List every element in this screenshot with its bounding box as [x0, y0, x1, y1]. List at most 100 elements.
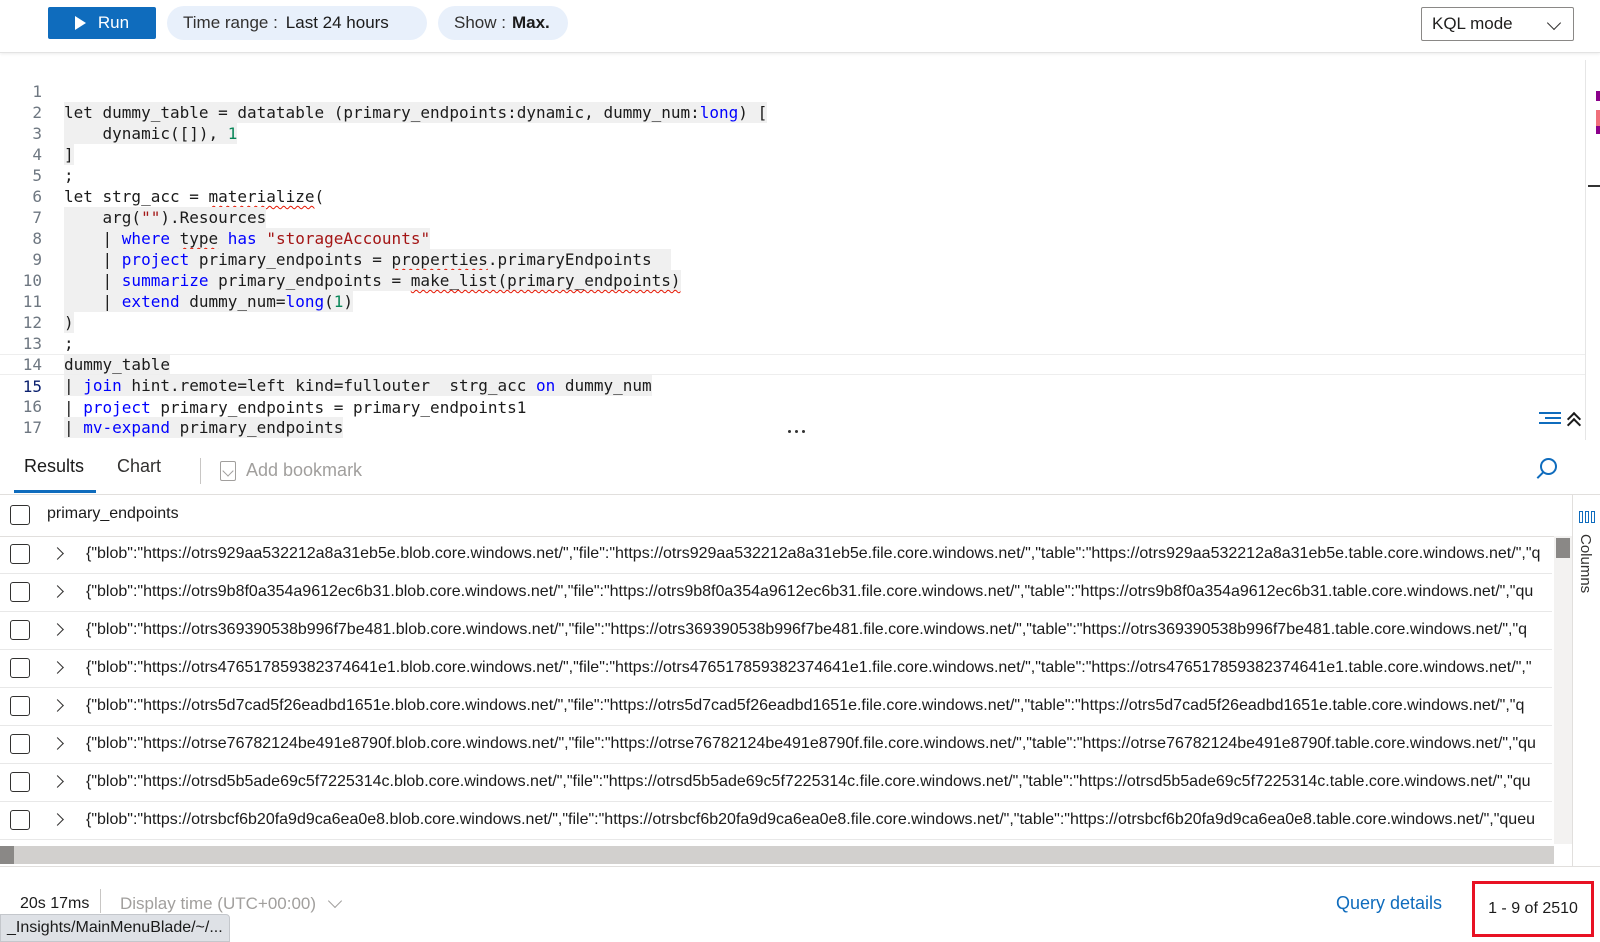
code-line: 2 dynamic([]), 1: [0, 81, 1585, 144]
row-checkbox[interactable]: [10, 620, 30, 640]
ruler-mark: [1596, 126, 1600, 134]
tab-results[interactable]: Results: [24, 456, 84, 477]
run-button[interactable]: Run: [48, 7, 156, 39]
code-line: 16 | mv-expand primary_endpoints: [0, 375, 1585, 438]
chevron-down-icon: [327, 893, 343, 909]
code-line: 14 | join hint.remote=left kind=fulloute…: [0, 333, 1585, 396]
active-tab-indicator: [14, 490, 96, 493]
query-toolbar: Run Time range : Last 24 hours Show : Ma…: [0, 0, 1600, 53]
table-row[interactable]: {"blob":"https://otrse76782124be491e8790…: [0, 726, 1552, 764]
grid-horizontal-scrollbar[interactable]: [0, 846, 1554, 864]
footer-divider: [100, 889, 101, 913]
code-line: 9 | summarize primary_endpoints = make_l…: [0, 228, 1585, 291]
expand-chevron-icon[interactable]: [51, 699, 64, 712]
display-time-dropdown[interactable]: Display time (UTC+00:00): [120, 893, 343, 914]
columns-icon[interactable]: [1579, 511, 1595, 523]
query-details-link[interactable]: Query details: [1336, 893, 1442, 914]
expand-chevron-icon[interactable]: [51, 547, 64, 560]
tab-chart[interactable]: Chart: [117, 456, 161, 477]
add-bookmark-label: Add bookmark: [246, 460, 363, 480]
row-cell: {"blob":"https://otrs929aa532212a8a31eb5…: [86, 545, 1541, 562]
column-header-primary-endpoints[interactable]: primary_endpoints: [47, 505, 179, 523]
select-all-checkbox[interactable]: [10, 505, 30, 525]
row-cell: {"blob":"https://otrs5d7cad5f26eadbd1651…: [86, 697, 1525, 714]
collapse-up-icon[interactable]: [1566, 411, 1582, 433]
row-checkbox[interactable]: [10, 734, 30, 754]
word-wrap-icon[interactable]: [1539, 411, 1561, 427]
results-tabs: Results Chart Add bookmark: [0, 446, 1600, 495]
show-limit-picker[interactable]: Show : Max.: [438, 6, 568, 40]
row-checkbox[interactable]: [10, 772, 30, 792]
table-row[interactable]: {"blob":"https://otrs369390538b996f7be48…: [0, 612, 1552, 650]
horizontal-scroll-thumb[interactable]: [0, 846, 14, 864]
table-row[interactable]: {"blob":"https://otrsbcf6b20fa9d9ca6ea0e…: [0, 802, 1552, 840]
code-line: 12 ;: [0, 291, 1585, 353]
display-time-label: Display time (UTC+00:00): [120, 894, 317, 913]
row-cell: {"blob":"https://otrse76782124be491e8790…: [86, 735, 1536, 752]
grid-header: primary_endpoints: [0, 494, 1572, 537]
row-cell: {"blob":"https://otrsbcf6b20fa9d9ca6ea0e…: [86, 811, 1535, 828]
table-row[interactable]: {"blob":"https://otrs476517859382374641e…: [0, 650, 1552, 688]
row-count: 1 - 9 of 2510: [1488, 900, 1578, 917]
code-line: 8 | project primary_endpoints = properti…: [0, 207, 1585, 270]
query-editor[interactable]: 1 let dummy_table = datatable (primary_e…: [0, 60, 1600, 438]
status-url-text: _Insights/MainMenuBlade/~/...: [0, 914, 230, 942]
show-value: Max.: [511, 13, 550, 32]
row-cell: {"blob":"https://otrs9b8f0a354a9612ec6b3…: [86, 583, 1534, 600]
ruler-cursor-mark: [1588, 185, 1600, 187]
grid-vertical-scrollbar[interactable]: [1554, 536, 1572, 844]
code-line: 11 ): [0, 270, 1585, 333]
table-row[interactable]: {"blob":"https://otrs929aa532212a8a31eb5…: [0, 536, 1552, 574]
row-checkbox[interactable]: [10, 810, 30, 830]
code-line: 3 ]: [0, 102, 1585, 165]
code-line: 7 | where type has "storageAccounts": [0, 186, 1585, 249]
time-range-key: Time range :: [183, 13, 278, 32]
chevron-down-icon: [1546, 15, 1562, 31]
kql-mode-label: KQL mode: [1432, 14, 1513, 33]
columns-side-panel[interactable]: Columns: [1572, 494, 1600, 866]
elapsed-time: 20s 17ms: [20, 895, 90, 912]
code-line-active: 15 | project primary_endpoints = primary…: [0, 354, 1585, 417]
expand-chevron-icon[interactable]: [51, 661, 64, 674]
expand-chevron-icon[interactable]: [51, 623, 64, 636]
expand-chevron-icon[interactable]: [51, 737, 64, 750]
expand-chevron-icon[interactable]: [51, 585, 64, 598]
table-row[interactable]: {"blob":"https://otrs9b8f0a354a9612ec6b3…: [0, 574, 1552, 612]
row-checkbox[interactable]: [10, 544, 30, 564]
vertical-scroll-thumb[interactable]: [1556, 538, 1570, 558]
tab-divider: [200, 458, 201, 484]
row-cell: {"blob":"https://otrsd5b5ade69c5f7225314…: [86, 773, 1531, 790]
row-cell: {"blob":"https://otrs369390538b996f7be48…: [86, 621, 1528, 638]
time-range-picker[interactable]: Time range : Last 24 hours: [167, 6, 427, 40]
kql-mode-dropdown[interactable]: KQL mode: [1421, 7, 1574, 41]
code-line: 5 let strg_acc = materialize(: [0, 144, 1585, 206]
expand-chevron-icon[interactable]: [51, 813, 64, 826]
search-icon[interactable]: [1534, 458, 1557, 480]
row-checkbox[interactable]: [10, 658, 30, 678]
table-row[interactable]: {"blob":"https://otrs5d7cad5f26eadbd1651…: [0, 688, 1552, 726]
line-number: 17: [22, 418, 42, 437]
row-checkbox[interactable]: [10, 582, 30, 602]
pane-resize-handle[interactable]: [788, 430, 812, 436]
code-line: 4 ;: [0, 123, 1585, 185]
add-bookmark-button[interactable]: Add bookmark: [220, 460, 362, 481]
editor-view-controls: [1539, 411, 1582, 433]
columns-panel-label[interactable]: Columns: [1577, 534, 1594, 593]
code-line: 1 let dummy_table = datatable (primary_e…: [0, 60, 1585, 123]
show-key: Show :: [454, 13, 506, 32]
ruler-mark: [1596, 91, 1600, 101]
table-row[interactable]: {"blob":"https://otrsd5b5ade69c5f7225314…: [0, 764, 1552, 802]
run-label: Run: [97, 13, 130, 32]
code-line: 17: [0, 396, 1585, 437]
row-cell: {"blob":"https://otrs476517859382374641e…: [86, 659, 1532, 676]
row-checkbox[interactable]: [10, 696, 30, 716]
code-line: 6 arg("").Resources: [0, 165, 1585, 228]
browser-status-url: _Insights/MainMenuBlade/~/...: [0, 914, 243, 942]
editor-overview-ruler[interactable]: [1585, 60, 1586, 440]
expand-chevron-icon[interactable]: [51, 775, 64, 788]
time-range-value: Last 24 hours: [285, 13, 389, 32]
code-line: 13 dummy_table: [0, 312, 1585, 375]
code-text: | mv-expand primary_endpoints: [64, 417, 344, 438]
bookmark-icon: [220, 460, 236, 481]
results-grid: primary_endpoints {"blob":"https://otrs9…: [0, 494, 1572, 866]
